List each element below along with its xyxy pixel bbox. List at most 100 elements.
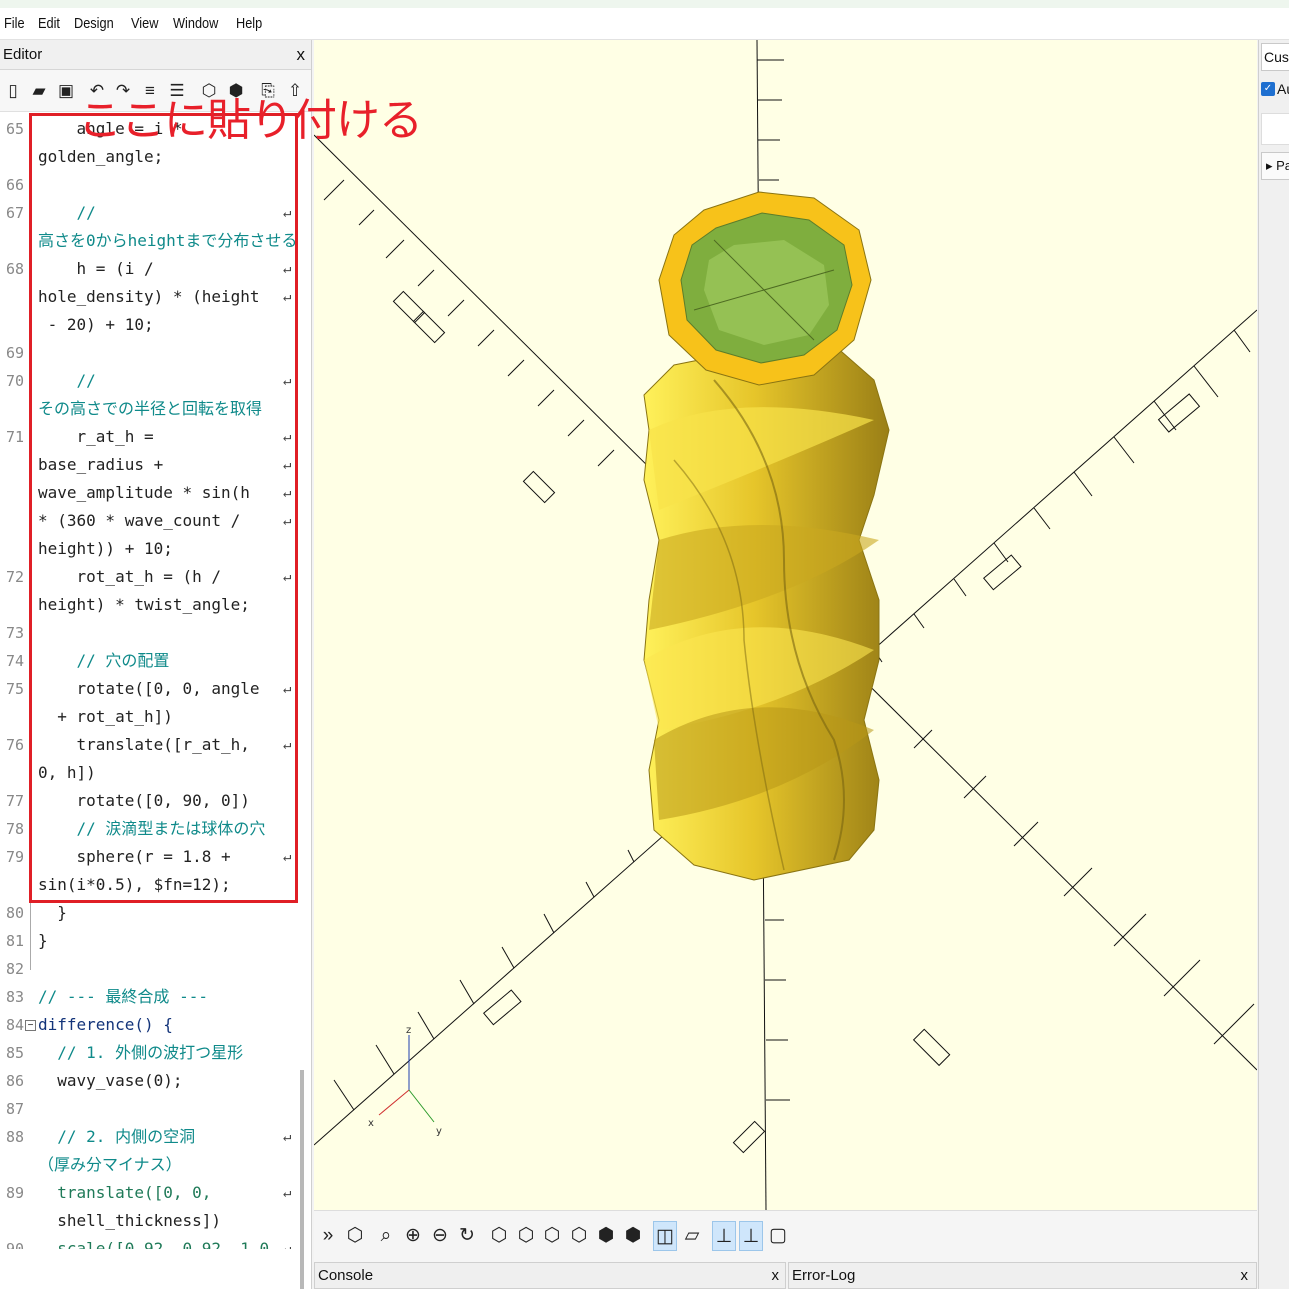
code-line[interactable]: 87 [0, 1095, 300, 1123]
line-number: 80 [6, 904, 25, 922]
code-line[interactable]: 90 scale([0.92, 0.92, 1.0 ↵ [0, 1235, 300, 1249]
wrap-indicator-icon: ↵ [283, 1129, 292, 1145]
show-edges-icon[interactable]: ▢ [766, 1221, 790, 1251]
line-number: 82 [6, 960, 25, 978]
code-text: translate([0, 0, [38, 1183, 212, 1202]
show-scale-icon[interactable]: ⊥ [739, 1221, 763, 1251]
editor-close-button[interactable]: x [297, 45, 306, 65]
window-top-strip [0, 0, 1289, 8]
editor-header: Editor x [0, 40, 311, 70]
customizer-panel: Custo ✓ Au ▸ Pa [1258, 40, 1289, 1289]
save-file-icon[interactable]: ▣ [56, 80, 76, 102]
menu-file[interactable]: File [4, 15, 25, 32]
paste-highlight-box [29, 113, 298, 903]
code-text: difference() { [38, 1015, 173, 1034]
3d-viewport[interactable]: z x y [314, 40, 1257, 1210]
reset-view-icon[interactable]: ↻ [455, 1221, 479, 1251]
editor-title: Editor [3, 46, 43, 63]
line-number: 65 [6, 120, 25, 138]
menu-help[interactable]: Help [236, 15, 262, 32]
line-number: 85 [6, 1044, 25, 1062]
menu-bar: File Edit Design View Window Help [0, 8, 1289, 40]
code-line[interactable]: shell_thickness]) [0, 1207, 300, 1235]
code-line[interactable]: 80 } [0, 899, 300, 927]
console-title: Console [318, 1267, 374, 1284]
menu-window[interactable]: Window [173, 15, 218, 32]
viewport-canvas: z x y [314, 40, 1257, 1210]
line-number: 69 [6, 344, 25, 362]
new-file-icon[interactable]: ▯ [3, 80, 23, 102]
console-close-button[interactable]: x [772, 1267, 780, 1284]
code-text: // 2. 内側の空洞 [38, 1127, 196, 1146]
menu-view[interactable]: View [131, 15, 158, 32]
orthogonal-icon[interactable]: ▱ [680, 1221, 704, 1251]
view-bottom-icon[interactable]: ⬡ [540, 1221, 564, 1251]
code-text: shell_thickness]) [38, 1211, 222, 1230]
code-line[interactable]: （厚み分マイナス） [0, 1151, 300, 1179]
preview-icon[interactable]: ⬡ [343, 1221, 367, 1251]
code-text: scale([0.92, 0.92, 1.0 [38, 1239, 270, 1249]
wrap-indicator-icon: ↵ [283, 1241, 292, 1249]
code-line[interactable]: 81} [0, 927, 300, 955]
line-number: 81 [6, 932, 25, 950]
preset-input[interactable] [1261, 113, 1289, 145]
view-left-icon[interactable]: ⬡ [567, 1221, 591, 1251]
perspective-icon[interactable]: ◫ [653, 1221, 677, 1251]
auto-preview-label: Au [1277, 81, 1289, 97]
paste-here-annotation: ここに貼り付ける [78, 95, 423, 146]
view-right-icon[interactable]: ⬡ [487, 1221, 511, 1251]
code-line[interactable]: 85 // 1. 外側の波打つ星形 [0, 1039, 300, 1067]
render-icon[interactable]: » [316, 1221, 340, 1251]
errorlog-close-button[interactable]: x [1241, 1267, 1249, 1284]
errorlog-title: Error-Log [792, 1267, 856, 1284]
line-number: 67 [6, 204, 25, 222]
line-number: 70 [6, 372, 25, 390]
axis-y-label: y [436, 1126, 442, 1137]
axis-x-label: x [368, 1118, 374, 1129]
errorlog-panel: Error-Log x [788, 1262, 1257, 1289]
line-number: 72 [6, 568, 25, 586]
code-text: } [38, 931, 48, 950]
code-line[interactable]: 84 difference() { [0, 1011, 300, 1039]
line-number: 68 [6, 260, 25, 278]
code-text: // --- 最終合成 --- [38, 987, 208, 1006]
code-text: } [38, 903, 67, 922]
line-number: 90 [6, 1240, 25, 1249]
parameters-section[interactable]: ▸ Pa [1261, 152, 1289, 180]
line-number: 89 [6, 1184, 25, 1202]
menu-edit[interactable]: Edit [38, 15, 60, 32]
open-file-icon[interactable]: ▰ [29, 80, 49, 102]
code-line[interactable]: 82 [0, 955, 300, 983]
fold-toggle-icon[interactable]: − [25, 1020, 36, 1031]
line-number: 74 [6, 652, 25, 670]
line-number: 87 [6, 1100, 25, 1118]
vase-model [643, 191, 890, 881]
view-all-icon[interactable]: ⌕ [374, 1221, 398, 1251]
view-front-icon[interactable]: ⬢ [594, 1221, 618, 1251]
line-number: 71 [6, 428, 25, 446]
line-number: 79 [6, 848, 25, 866]
code-text: wavy_vase(0); [38, 1071, 183, 1090]
zoom-out-icon[interactable]: ⊖ [428, 1221, 452, 1251]
editor-scrollbar[interactable] [300, 1070, 304, 1289]
customizer-title: Custo [1261, 43, 1289, 71]
axis-z-label: z [406, 1025, 411, 1036]
view-top-icon[interactable]: ⬡ [514, 1221, 538, 1251]
code-text: // 1. 外側の波打つ星形 [38, 1043, 244, 1062]
line-number: 78 [6, 820, 25, 838]
code-line[interactable]: 86 wavy_vase(0); [0, 1067, 300, 1095]
zoom-in-icon[interactable]: ⊕ [401, 1221, 425, 1251]
line-number: 76 [6, 736, 25, 754]
menu-design[interactable]: Design [74, 15, 114, 32]
line-number: 86 [6, 1072, 25, 1090]
parameters-label: Pa [1276, 158, 1289, 173]
code-line[interactable]: 89 translate([0, 0, ↵ [0, 1179, 300, 1207]
view-back-icon[interactable]: ⬢ [621, 1221, 645, 1251]
code-line[interactable]: 83 // --- 最終合成 --- [0, 983, 300, 1011]
view-toolbar: » ⬡ ⌕ ⊕ ⊖ ↻ ⬡ ⬡ ⬡ ⬡ ⬢ ⬢ ◫ ▱ ⊥ ⊥ ▢ [314, 1210, 1257, 1262]
console-panel: Console x [314, 1262, 786, 1289]
code-line[interactable]: 88 // 2. 内側の空洞 ↵ [0, 1123, 300, 1151]
show-axes-icon[interactable]: ⊥ [712, 1221, 736, 1251]
auto-preview-checkbox[interactable]: ✓ [1261, 82, 1275, 96]
line-number: 77 [6, 792, 25, 810]
